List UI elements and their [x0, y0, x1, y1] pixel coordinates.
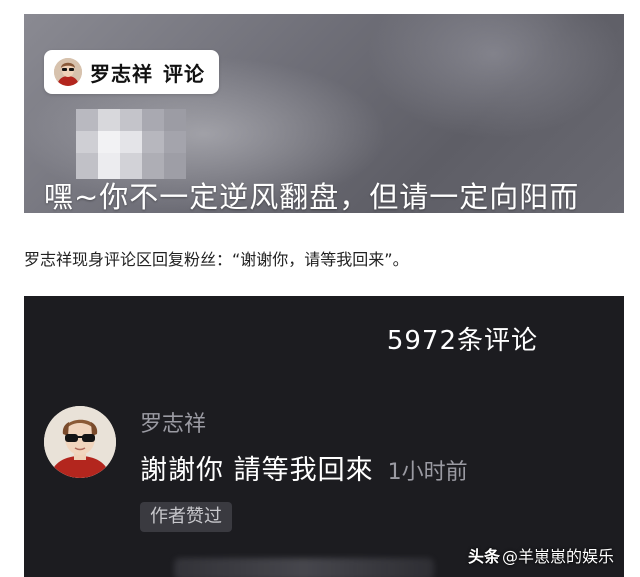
watermark-brand: 头条 [468, 547, 501, 566]
pixelated-blur [76, 109, 186, 179]
comment-author: 罗志祥 [140, 412, 207, 437]
article-paragraph: 罗志祥现身评论区回复粉丝：“谢谢你，请等我回来”。 [24, 250, 409, 269]
watermark: 头条 @羊崽崽的娱乐 [468, 543, 614, 567]
comment-text: 謝謝你 請等我回來 [140, 455, 374, 486]
top-screenshot-image: 罗志祥 评论 嘿~你不一定逆风翻盘，但请一定向阳而 [24, 14, 624, 213]
comment-chip: 罗志祥 评论 [44, 50, 219, 94]
comment-time: 1小时前 [387, 460, 468, 485]
avatar [54, 58, 82, 86]
watermark-handle: @羊崽崽的娱乐 [502, 547, 615, 566]
blurred-next-comment [174, 558, 434, 577]
comment-text-line: 謝謝你 請等我回來 1小时前 [140, 448, 468, 487]
chip-author-name: 罗志祥 [90, 61, 153, 86]
avatar [44, 406, 116, 478]
chip-comment-label: 评论 [163, 61, 205, 86]
author-liked-badge: 作者赞过 [140, 502, 232, 532]
comment-count: 5972条评论 [386, 326, 538, 356]
article-page: 罗志祥 评论 嘿~你不一定逆风翻盘，但请一定向阳而 罗志祥现身评论区回复粉丝：“谢… [0, 0, 640, 577]
video-caption: 嘿~你不一定逆风翻盘，但请一定向阳而 [44, 180, 580, 213]
bottom-screenshot-image: 5972条评论 罗志祥 謝謝你 請等我回來 1小时前 作者赞过 [24, 296, 624, 577]
